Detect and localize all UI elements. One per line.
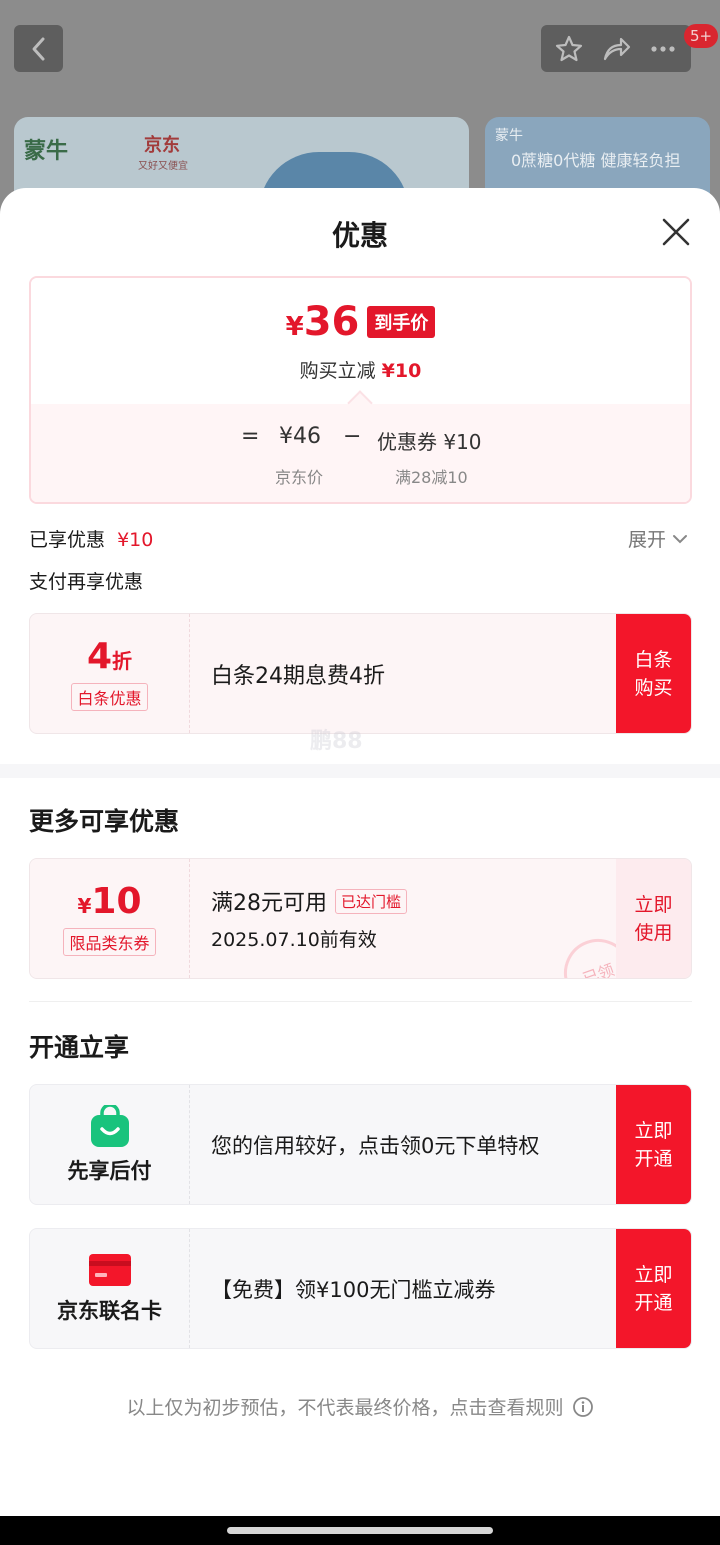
expand-label: 展开 <box>628 529 667 551</box>
open-cobrand-button[interactable]: 立即 开通 <box>616 1229 691 1348</box>
jd-slogan: 又好又便宜 <box>138 161 188 172</box>
pay-later-desc: 您的信用较好，点击领0元下单特权 <box>211 1133 540 1158</box>
page: 5+ 蒙牛 京东 又好又便宜 蒙牛 0蔗糖0代糖 健康轻负担 优惠 ¥ 36 到… <box>0 0 720 1545</box>
coupon-type-tag: 限品类东券 <box>63 928 156 956</box>
share-icon[interactable] <box>601 34 631 64</box>
price-formula: = ¥46 − 优惠券 ¥10 <box>31 424 690 454</box>
baitiao-desc: 白条24期息费4折 <box>211 663 385 689</box>
expand-toggle[interactable]: 展开 <box>628 525 688 552</box>
final-price-tag: 到手价 <box>367 306 436 338</box>
shopping-bag-icon <box>90 1104 129 1147</box>
pay-later-card[interactable]: 先享后付 您的信用较好，点击领0元下单特权 立即 开通 <box>29 1084 692 1205</box>
pay-later-name: 先享后付 <box>67 1158 152 1183</box>
top-toolbar <box>541 25 691 72</box>
pay-later-content: 您的信用较好，点击领0元下单特权 <box>211 1085 539 1204</box>
banner-slogan: 0蔗糖0代糖 健康轻负担 <box>511 151 681 170</box>
currency-symbol: ¥ <box>285 312 304 342</box>
notification-badge: 5+ <box>684 24 719 48</box>
coupon-status-tag: 已达门槛 <box>335 888 408 914</box>
cobrand-content: 【免费】领¥100无门槛立减券 <box>211 1229 495 1348</box>
baitiao-offer-content: 白条24期息费4折 <box>211 614 385 733</box>
more-offers-title: 更多可享优惠 <box>29 807 180 836</box>
sheet-title: 优惠 <box>331 219 388 252</box>
minus-sign: − <box>343 424 362 449</box>
divider-line <box>29 1001 692 1002</box>
close-icon[interactable] <box>660 216 692 248</box>
back-button[interactable] <box>14 25 63 72</box>
pay-later-left: 先享后付 <box>30 1085 190 1204</box>
final-price: ¥ 36 到手价 <box>31 302 690 342</box>
baitiao-offer-left: 4折 白条优惠 <box>30 614 190 733</box>
enjoyed-value: ¥10 <box>117 529 154 551</box>
jd-price: ¥46 <box>279 424 321 449</box>
price-breakdown: ¥ 36 到手价 购买立减 ¥10 = ¥46 − 优惠券 ¥10 京东价 满28… <box>29 276 692 504</box>
brand-logo: 蒙牛 <box>495 128 523 144</box>
coupon-card[interactable]: ¥10 限品类东券 满28元可用 已达门槛 2025.07.10前有效 已领 立… <box>29 858 692 979</box>
section-divider <box>0 764 720 778</box>
coupon-currency: ¥ <box>77 894 92 918</box>
instant-reduction: 购买立减 ¥10 <box>31 356 690 383</box>
use-coupon-button[interactable]: 立即 使用 <box>616 859 691 978</box>
more-icon[interactable] <box>648 34 678 64</box>
baitiao-discount-unit: 折 <box>112 649 133 673</box>
cobrand-card[interactable]: 京东联名卡 【免费】领¥100无门槛立减券 立即 开通 <box>29 1228 692 1349</box>
enjoyed-discount: 已享优惠 ¥10 <box>29 525 153 552</box>
coupon-condition-label: 满28减10 <box>395 468 468 487</box>
coupon-expiry: 2025.07.10前有效 <box>211 929 377 951</box>
info-icon[interactable] <box>572 1396 594 1418</box>
jd-logo: 京东 <box>144 135 180 156</box>
jd-price-label: 京东价 <box>275 468 324 487</box>
disclaimer[interactable]: 以上仅为初步预估，不代表最终价格，点击查看规则 <box>0 1393 720 1420</box>
star-icon[interactable] <box>554 34 584 64</box>
system-nav-bar <box>0 1516 720 1545</box>
cobrand-name: 京东联名卡 <box>57 1298 162 1323</box>
cobrand-desc: 【免费】领¥100无门槛立减券 <box>211 1277 496 1302</box>
baitiao-offer-card[interactable]: 4折 白条优惠 白条24期息费4折 白条 购买 <box>29 613 692 734</box>
open-offers-title: 开通立享 <box>29 1033 130 1062</box>
baitiao-buy-button[interactable]: 白条 购买 <box>616 614 691 733</box>
coupon-card-content: 满28元可用 已达门槛 2025.07.10前有效 <box>211 859 408 978</box>
disclaimer-text: 以上仅为初步预估，不代表最终价格，点击查看规则 <box>126 1397 564 1419</box>
coupon-amount-value: 10 <box>91 881 142 922</box>
baitiao-tag: 白条优惠 <box>71 683 148 711</box>
reduction-value: ¥10 <box>381 360 422 382</box>
baitiao-discount-num: 4 <box>86 636 113 677</box>
cobrand-left: 京东联名卡 <box>30 1229 190 1348</box>
enjoyed-label: 已享优惠 <box>29 529 106 551</box>
chevron-left-icon <box>32 37 44 60</box>
brand-logo: 蒙牛 <box>24 139 69 164</box>
home-indicator[interactable] <box>227 1527 493 1534</box>
coupon-amount: 优惠券 ¥10 <box>377 430 482 454</box>
equals-sign: = <box>241 424 260 449</box>
open-pay-later-button[interactable]: 立即 开通 <box>616 1085 691 1204</box>
watermark: 鹏88 <box>310 729 363 754</box>
pay-more-label: 支付再享优惠 <box>29 571 144 593</box>
coupon-condition: 满28元可用 <box>211 891 327 916</box>
coupon-card-left: ¥10 限品类东券 <box>30 859 190 978</box>
credit-card-icon <box>88 1253 131 1286</box>
reduction-label: 购买立减 <box>299 360 376 382</box>
final-price-amount: 36 <box>303 299 360 345</box>
chevron-down-icon <box>673 534 688 543</box>
discount-sheet: 优惠 ¥ 36 到手价 购买立减 ¥10 = ¥46 − 优惠券 ¥10 京东价… <box>0 188 720 1516</box>
